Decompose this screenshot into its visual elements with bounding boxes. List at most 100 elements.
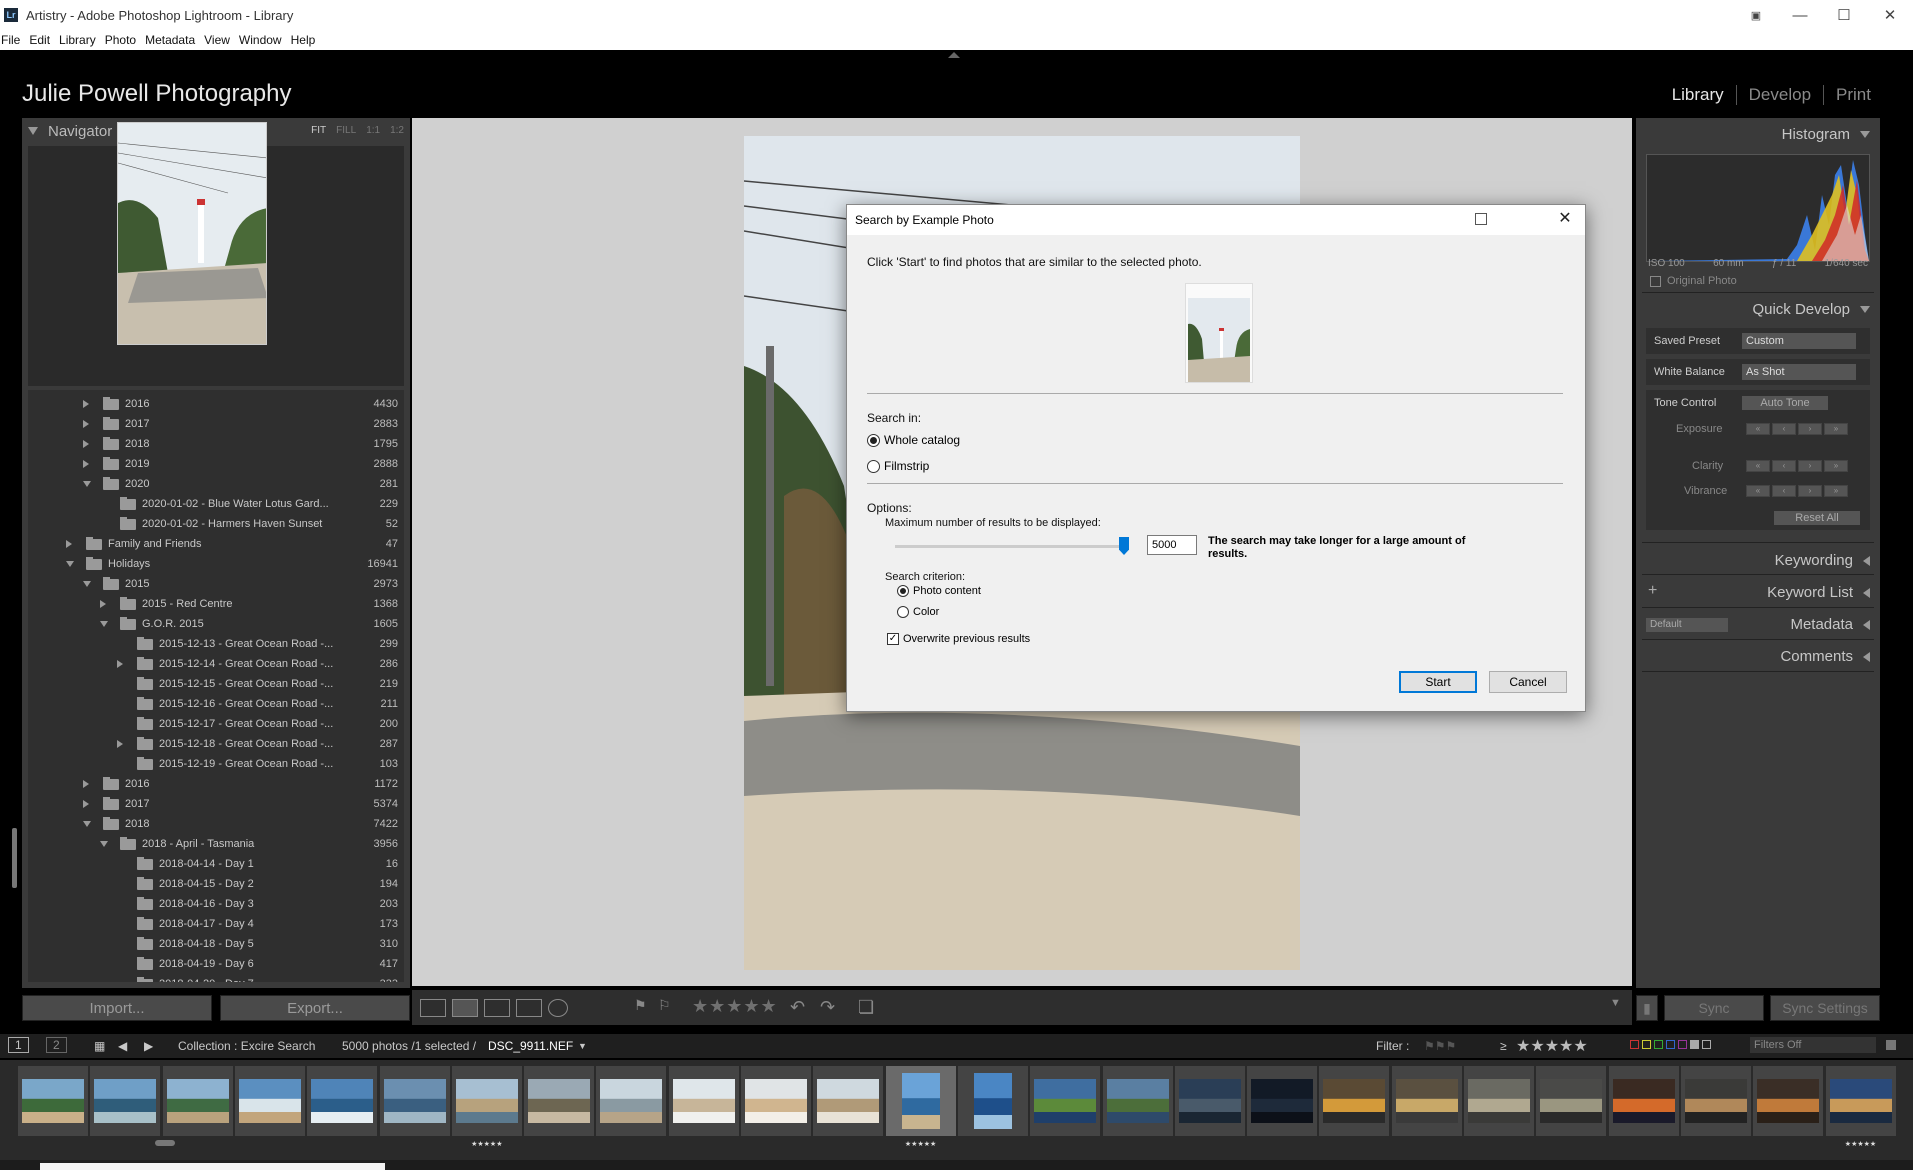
- checkbox-check-icon[interactable]: ✓: [887, 633, 899, 645]
- whole-catalog-radio[interactable]: Whole catalog: [867, 433, 960, 447]
- folder-row[interactable]: 2018-04-17 - Day 4 173: [28, 914, 404, 934]
- clarity-steppers[interactable]: «‹ ›»: [1746, 460, 1848, 472]
- sync-settings-button[interactable]: Sync Settings: [1770, 995, 1880, 1021]
- menu-view[interactable]: View: [204, 33, 239, 47]
- filmstrip-thumbnail[interactable]: [1247, 1066, 1318, 1136]
- keyword-list-header[interactable]: Keyword List: [1767, 584, 1870, 601]
- folder-row[interactable]: G.O.R. 2015 1605: [28, 614, 404, 634]
- menu-edit[interactable]: Edit: [29, 33, 59, 47]
- overwrite-checkbox[interactable]: ✓ Overwrite previous results: [887, 633, 1030, 645]
- filmstrip-thumbnail[interactable]: [1174, 1066, 1245, 1136]
- filmstrip-thumbnail[interactable]: ★★★★★: [1825, 1066, 1896, 1148]
- folder-row[interactable]: 2018-04-20 - Day 7 333: [28, 974, 404, 982]
- menu-photo[interactable]: Photo: [105, 33, 145, 47]
- rating-filter-stars[interactable]: ★★★★★: [1516, 1036, 1588, 1056]
- expanded-triangle-icon[interactable]: [66, 561, 74, 567]
- back-arrow-icon[interactable]: ◀: [118, 1039, 127, 1053]
- filmstrip-thumbnail[interactable]: [1391, 1066, 1462, 1136]
- filter-preset-select[interactable]: Filters Off: [1750, 1037, 1876, 1053]
- module-library[interactable]: Library: [1660, 85, 1736, 105]
- collapsed-triangle-icon[interactable]: [83, 420, 89, 428]
- flag-icon[interactable]: ⚑: [634, 997, 647, 1014]
- filmstrip-thumbnail[interactable]: ★★★★★: [451, 1066, 522, 1148]
- folder-row[interactable]: 2020-01-02 - Blue Water Lotus Gard... 229: [28, 494, 404, 514]
- radio-indicator[interactable]: [897, 585, 909, 597]
- color-radio[interactable]: Color: [897, 606, 939, 618]
- filmstrip-scrollbar[interactable]: [155, 1140, 175, 1146]
- compare-view-icon[interactable]: [484, 999, 510, 1017]
- filmstrip-thumbnail[interactable]: [1680, 1066, 1751, 1136]
- folder-row[interactable]: 2020 281: [28, 474, 404, 494]
- collapsed-triangle-icon[interactable]: [100, 600, 106, 608]
- collapsed-triangle-icon[interactable]: [83, 440, 89, 448]
- loupe-view-icon[interactable]: [452, 999, 478, 1017]
- photo-content-radio[interactable]: Photo content: [897, 585, 981, 597]
- page-1-button[interactable]: 1: [8, 1037, 29, 1053]
- filmstrip-thumbnail[interactable]: [162, 1066, 233, 1136]
- zoom-1-2[interactable]: 1:2: [390, 125, 404, 136]
- filmstrip-thumbnail[interactable]: [1536, 1066, 1607, 1136]
- metadata-preset-select[interactable]: Default: [1646, 618, 1728, 632]
- top-panel-toggle-icon[interactable]: [948, 52, 960, 58]
- dialog-pin-icon[interactable]: [1475, 213, 1487, 225]
- collapse-triangle-icon[interactable]: [1860, 131, 1870, 138]
- radio-indicator[interactable]: [897, 606, 909, 618]
- filmstrip-thumbnail[interactable]: [741, 1066, 811, 1136]
- add-keyword-icon[interactable]: +: [1648, 582, 1657, 600]
- module-print[interactable]: Print: [1823, 85, 1883, 105]
- collapsed-triangle-icon[interactable]: [83, 780, 89, 788]
- filmstrip-thumbnail[interactable]: [1030, 1066, 1101, 1136]
- original-photo-checkbox[interactable]: [1650, 275, 1661, 287]
- metadata-header[interactable]: Metadata: [1790, 616, 1870, 633]
- folder-row[interactable]: 2015-12-13 - Great Ocean Road -... 299: [28, 634, 404, 654]
- folder-row[interactable]: 2015-12-15 - Great Ocean Road -... 219: [28, 674, 404, 694]
- color-label-filters[interactable]: [1630, 1040, 1711, 1049]
- filmstrip-thumbnail[interactable]: ★★★★★: [885, 1066, 956, 1148]
- maximize-icon[interactable]: ☐: [1821, 0, 1867, 30]
- rating-operator[interactable]: ≥: [1500, 1039, 1507, 1053]
- zoom-fit[interactable]: FIT: [311, 125, 326, 136]
- folder-row[interactable]: 2015-12-16 - Great Ocean Road -... 211: [28, 694, 404, 714]
- reject-flag-icon[interactable]: ⚐: [658, 997, 671, 1014]
- taskbar-search[interactable]: [40, 1163, 385, 1170]
- filter-lock-icon[interactable]: [1886, 1040, 1896, 1050]
- module-develop[interactable]: Develop: [1735, 85, 1823, 105]
- reset-all-button[interactable]: Reset All: [1774, 511, 1860, 525]
- folder-row[interactable]: 2017 2883: [28, 414, 404, 434]
- start-button[interactable]: Start: [1399, 671, 1477, 693]
- filmstrip-thumbnail[interactable]: [668, 1066, 739, 1136]
- rotate-left-icon[interactable]: ↶: [790, 997, 805, 1018]
- max-results-slider-thumb[interactable]: [1119, 537, 1129, 555]
- vibrance-steppers[interactable]: «‹ ›»: [1746, 485, 1848, 497]
- grid-icon[interactable]: ▦: [94, 1039, 105, 1053]
- max-results-input[interactable]: 5000: [1147, 535, 1197, 555]
- folder-row[interactable]: 2015 - Red Centre 1368: [28, 594, 404, 614]
- folder-row[interactable]: Holidays 16941: [28, 554, 404, 574]
- filmstrip-thumbnail[interactable]: [307, 1066, 378, 1136]
- zoom-1-1[interactable]: 1:1: [366, 125, 380, 136]
- toolbar-menu-icon[interactable]: ▼: [1610, 997, 1621, 1009]
- flag-filter-icons[interactable]: ⚑⚑⚑: [1424, 1039, 1456, 1053]
- folder-row[interactable]: 2017 5374: [28, 794, 404, 814]
- expand-triangle-icon[interactable]: [1863, 651, 1870, 662]
- filmstrip-thumbnail[interactable]: [379, 1066, 450, 1136]
- folder-row[interactable]: 2019 2888: [28, 454, 404, 474]
- collapse-triangle-icon[interactable]: [1860, 306, 1870, 313]
- collapsed-triangle-icon[interactable]: [83, 460, 89, 468]
- grid-view-icon[interactable]: [420, 999, 446, 1017]
- filmstrip-radio[interactable]: Filmstrip: [867, 459, 929, 473]
- filmstrip-thumbnail[interactable]: [813, 1066, 884, 1136]
- folder-row[interactable]: 2018-04-18 - Day 5 310: [28, 934, 404, 954]
- exposure-steppers[interactable]: «‹ ›»: [1746, 423, 1848, 435]
- folder-row[interactable]: 2018-04-16 - Day 3 203: [28, 894, 404, 914]
- folder-row[interactable]: 2015-12-17 - Great Ocean Road -... 200: [28, 714, 404, 734]
- folder-row[interactable]: 2015-12-14 - Great Ocean Road -... 286: [28, 654, 404, 674]
- people-view-icon[interactable]: [548, 999, 568, 1017]
- rating-stars[interactable]: ★★★★★: [692, 996, 778, 1017]
- page-2-button[interactable]: 2: [46, 1037, 67, 1053]
- folder-row[interactable]: 2018-04-19 - Day 6 417: [28, 954, 404, 974]
- sync-button[interactable]: Sync: [1664, 995, 1764, 1021]
- original-photo-toggle[interactable]: Original Photo: [1650, 275, 1737, 287]
- radio-indicator[interactable]: [867, 433, 880, 447]
- filmstrip-thumbnail[interactable]: [18, 1066, 88, 1136]
